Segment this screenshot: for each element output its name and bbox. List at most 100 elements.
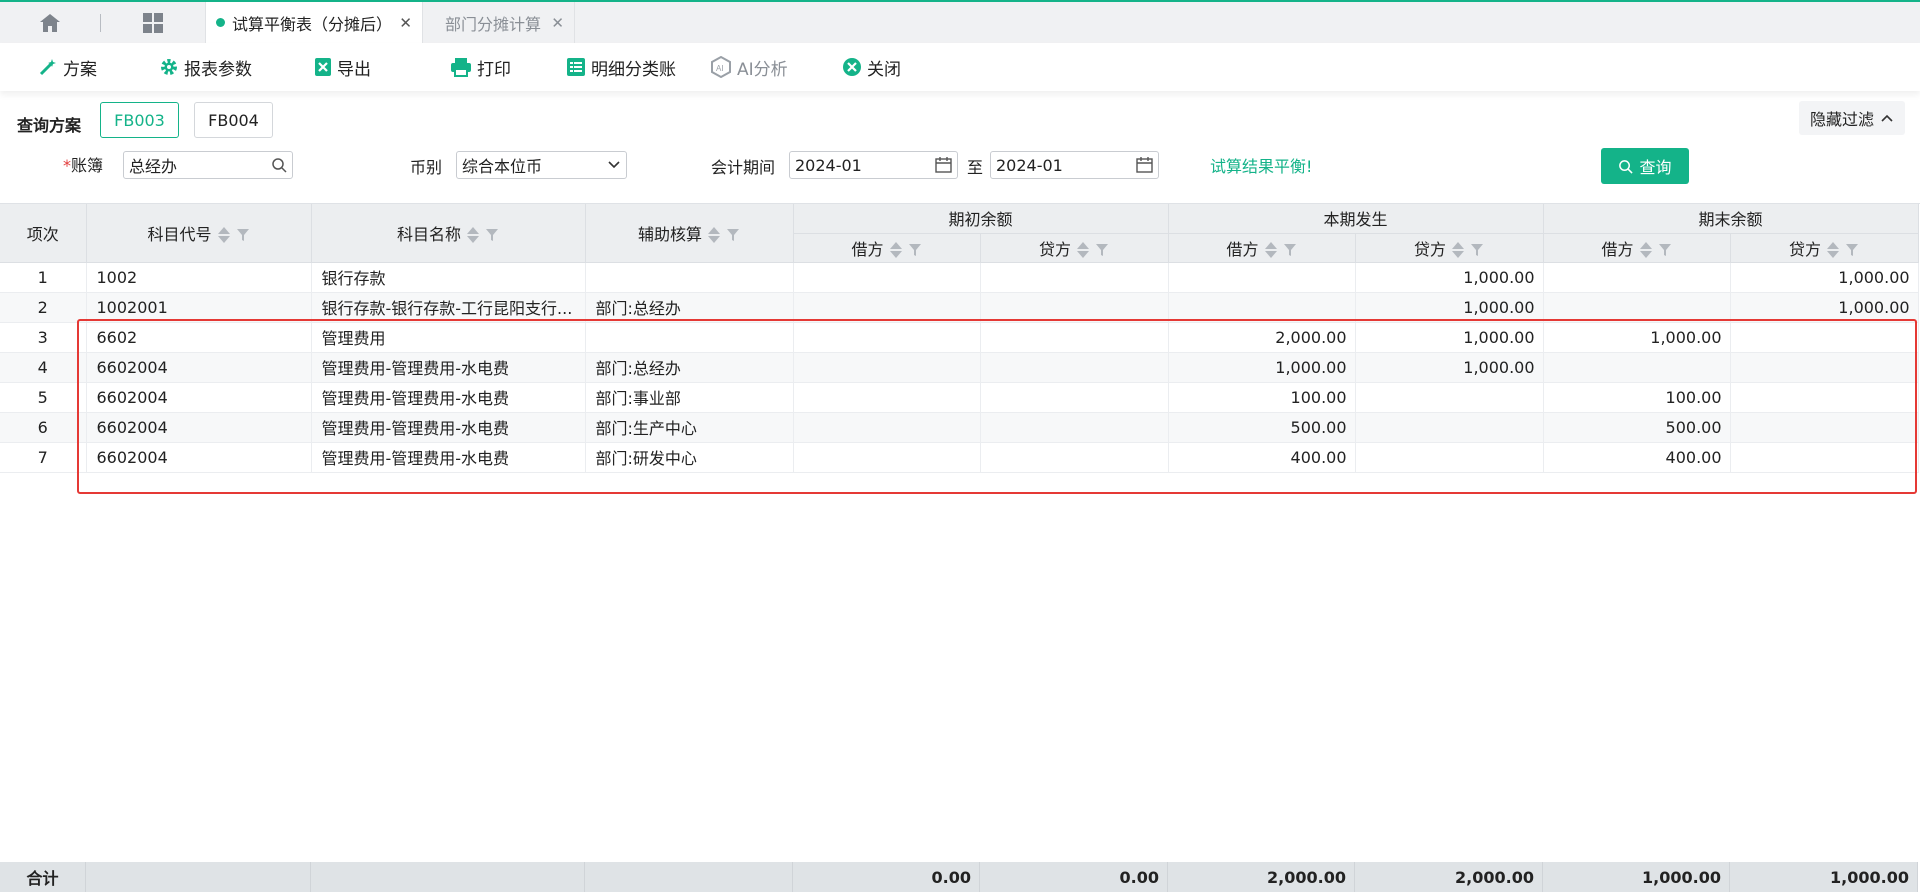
- table-row[interactable]: 3 6602 管理费用 2,000.00 1,000.00 1,000.00: [0, 322, 1919, 353]
- cell-opening-debit: [793, 442, 981, 473]
- print-button[interactable]: 打印: [450, 43, 511, 91]
- closing-credit-header[interactable]: 贷方: [1730, 233, 1919, 263]
- total-current-credit: 2,000.00: [1355, 862, 1543, 892]
- cell-opening-credit: [980, 352, 1169, 383]
- close-circle-icon: [843, 58, 861, 76]
- cell-name: 管理费用-管理费用-水电费: [311, 442, 586, 473]
- hide-filter-button[interactable]: 隐藏过滤: [1799, 101, 1905, 135]
- closing-debit-header[interactable]: 借方: [1543, 233, 1731, 263]
- cell-index: 6: [0, 412, 87, 443]
- close-tab-icon[interactable]: ✕: [551, 14, 564, 32]
- table-row[interactable]: 5 6602004 管理费用-管理费用-水电费 部门:事业部 100.00 100.00: [0, 382, 1919, 413]
- sort-icon[interactable]: [1639, 242, 1652, 258]
- header-label: 项次: [26, 224, 59, 244]
- scheme-button[interactable]: 方案: [38, 43, 97, 91]
- cell-closing-debit: 500.00: [1543, 412, 1731, 443]
- close-tab-icon[interactable]: ✕: [399, 14, 412, 32]
- cell-aux: [585, 322, 794, 353]
- trial-balance-table: 项次 科目代号 科目名称 辅助核算 期初余额 本期发生 期末余额 借方 贷方 借…: [0, 203, 1920, 895]
- export-button[interactable]: 导出: [314, 43, 371, 91]
- total-empty-cell: [86, 862, 311, 892]
- period-to-label: 至: [967, 158, 984, 177]
- total-empty-cell: [585, 862, 793, 892]
- opening-credit-header[interactable]: 贷方: [980, 233, 1169, 263]
- cell-aux: [585, 262, 794, 293]
- search-icon: [1619, 159, 1634, 174]
- report-params-button[interactable]: 报表参数: [159, 43, 252, 91]
- cell-code: 6602004: [86, 412, 312, 443]
- total-closing-debit: 1,000.00: [1543, 862, 1730, 892]
- currency-select[interactable]: 综合本位币: [456, 151, 627, 179]
- current-debit-header[interactable]: 借方: [1168, 233, 1356, 263]
- sort-icon[interactable]: [1827, 242, 1840, 258]
- filter-icon[interactable]: [1470, 243, 1484, 257]
- tab-department-allocation[interactable]: 部门分摊计算 ✕: [423, 2, 575, 43]
- home-button[interactable]: [0, 2, 100, 43]
- cell-aux: 部门:总经办: [585, 352, 794, 383]
- cell-current-debit: 400.00: [1168, 442, 1356, 473]
- magic-wand-icon: [39, 59, 56, 76]
- col-index-header: 项次: [0, 204, 87, 263]
- apps-button[interactable]: [101, 2, 205, 43]
- sort-icon[interactable]: [467, 227, 479, 244]
- sort-icon[interactable]: [1452, 242, 1465, 258]
- table-row[interactable]: 2 1002001 银行存款-银行存款-工行昆阳支行... 部门:总经办 1,000.0…: [0, 292, 1919, 323]
- total-empty-cell: [311, 862, 585, 892]
- filter-icon[interactable]: [1845, 243, 1859, 257]
- calendar-icon[interactable]: [1136, 157, 1153, 173]
- ai-analysis-button[interactable]: AI AI分析: [710, 43, 788, 91]
- closing-balance-header: 期末余额: [1543, 204, 1919, 234]
- table-row[interactable]: 1 1002 银行存款 1,000.00 1,000.00: [0, 262, 1919, 293]
- table-row[interactable]: 4 6602004 管理费用-管理费用-水电费 部门:总经办 1,000.00 1,000…: [0, 352, 1919, 383]
- calendar-icon[interactable]: [935, 157, 952, 173]
- cell-current-debit: 500.00: [1168, 412, 1356, 443]
- col-aux-header[interactable]: 辅助核算: [585, 204, 794, 263]
- book-input[interactable]: 总经办: [123, 151, 293, 179]
- filter-icon[interactable]: [1283, 243, 1297, 257]
- filter-icon[interactable]: [1658, 243, 1672, 257]
- cell-closing-credit: 1,000.00: [1730, 262, 1919, 293]
- cell-index: 1: [0, 262, 87, 293]
- cell-current-credit: [1355, 382, 1544, 413]
- sort-icon[interactable]: [889, 242, 902, 258]
- sort-icon[interactable]: [708, 227, 720, 244]
- filter-icon[interactable]: [236, 228, 250, 242]
- scheme-fb003-button[interactable]: FB003: [100, 102, 179, 138]
- scheme-fb004-button[interactable]: FB004: [194, 102, 273, 138]
- cell-index: 2: [0, 292, 87, 323]
- filter-icon[interactable]: [1095, 243, 1109, 257]
- ai-label: AI分析: [737, 59, 788, 80]
- table-body: 1 1002 银行存款 1,000.00 1,000.00 2 1002001 银行存款-银行…: [0, 262, 1919, 473]
- total-label: 合计: [0, 862, 86, 892]
- cell-opening-debit: [793, 352, 981, 383]
- filter-icon[interactable]: [726, 228, 740, 242]
- period-to-input[interactable]: 2024-01: [990, 151, 1159, 179]
- cell-code: 6602004: [86, 352, 312, 383]
- sort-icon[interactable]: [217, 227, 230, 244]
- cell-opening-credit: [980, 292, 1169, 323]
- header-label: 科目名称: [396, 224, 461, 244]
- sort-icon[interactable]: [1077, 242, 1090, 258]
- header-label: 本期发生: [1323, 210, 1388, 230]
- search-icon[interactable]: [271, 157, 287, 173]
- cell-name: 银行存款: [311, 262, 586, 293]
- period-from-input[interactable]: 2024-01: [789, 151, 958, 179]
- filter-icon[interactable]: [485, 228, 499, 242]
- detail-ledger-button[interactable]: 明细分类账: [566, 43, 676, 91]
- table-row[interactable]: 6 6602004 管理费用-管理费用-水电费 部门:生产中心 500.00 500.00: [0, 412, 1919, 443]
- tab-trial-balance[interactable]: 试算平衡表（分摊后） ✕: [205, 2, 423, 43]
- current-credit-header[interactable]: 贷方: [1355, 233, 1544, 263]
- sort-icon[interactable]: [1264, 242, 1277, 258]
- ledger-label: 明细分类账: [591, 59, 676, 80]
- col-name-header[interactable]: 科目名称: [311, 204, 586, 263]
- col-code-header[interactable]: 科目代号: [86, 204, 312, 263]
- opening-debit-header[interactable]: 借方: [793, 233, 981, 263]
- cell-opening-debit: [793, 322, 981, 353]
- table-row[interactable]: 7 6602004 管理费用-管理费用-水电费 部门:研发中心 400.00 400.00: [0, 442, 1919, 473]
- cell-code: 6602: [86, 322, 312, 353]
- close-button[interactable]: 关闭: [842, 43, 901, 91]
- query-button[interactable]: 查询: [1601, 148, 1689, 184]
- filter-icon[interactable]: [908, 243, 922, 257]
- header-label: 借方: [851, 239, 884, 259]
- cell-opening-debit: [793, 382, 981, 413]
